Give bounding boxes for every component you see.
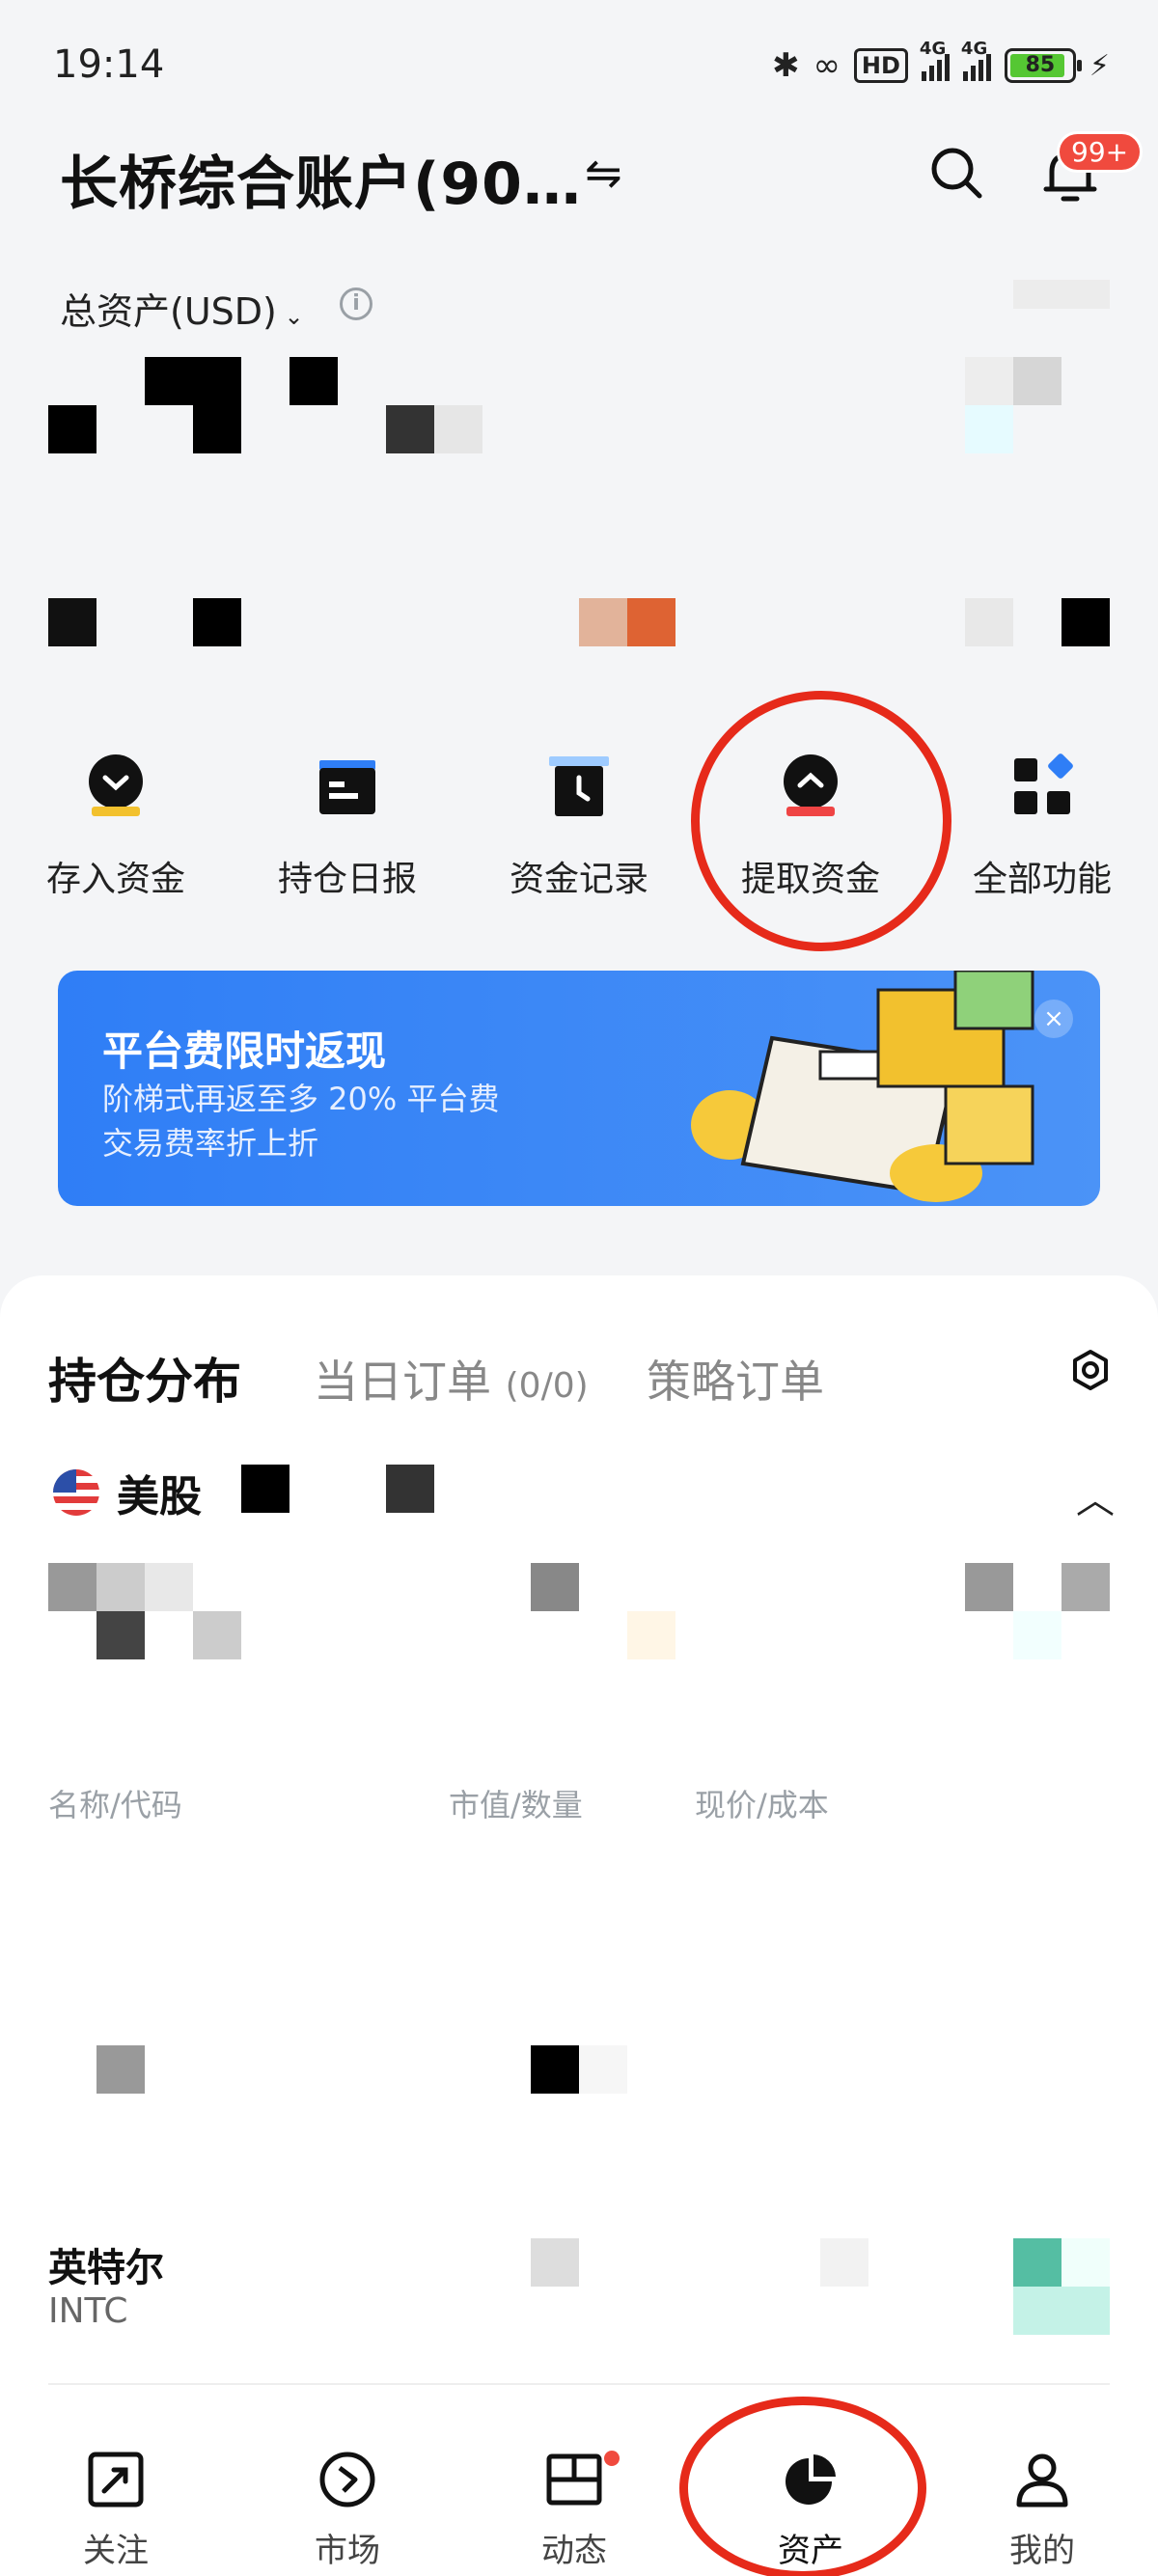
- privacy-mask: [96, 2045, 145, 2094]
- privacy-mask: [48, 405, 96, 453]
- deposit-icon: [89, 754, 143, 816]
- privacy-mask: [48, 1563, 96, 1611]
- us-flag-icon: [53, 1469, 99, 1516]
- privacy-mask: [579, 2045, 627, 2094]
- privacy-mask: [386, 1465, 434, 1513]
- privacy-mask: [290, 357, 338, 405]
- all-features-icon: [1014, 754, 1073, 814]
- status-icons: ✱ ∞ HD 4G 4G 85 ⚡: [772, 39, 1110, 85]
- column-price-cost[interactable]: 现价/成本: [695, 1781, 829, 1825]
- privacy-mask: [48, 598, 96, 646]
- nav-feed[interactable]: 动态: [478, 2451, 671, 2571]
- privacy-mask: [820, 2238, 868, 2287]
- banner-close-button[interactable]: ×: [1034, 1000, 1073, 1038]
- total-assets-label[interactable]: 总资产(USD) ⌄: [60, 282, 304, 335]
- privacy-mask: [1013, 1611, 1062, 1659]
- hd-badge: HD: [853, 48, 908, 83]
- feed-notification-dot: [604, 2451, 620, 2466]
- tab-holdings[interactable]: 持仓分布: [48, 1343, 241, 1412]
- daily-report-icon: [319, 760, 375, 814]
- privacy-mask: [1013, 2287, 1062, 2335]
- status-time: 19:14: [53, 42, 165, 87]
- chevron-down-icon: ⌄: [276, 303, 304, 330]
- privacy-mask: [627, 1611, 676, 1659]
- calculator-illustration: [691, 971, 1034, 1202]
- privacy-mask: [1062, 1563, 1110, 1611]
- stock-code: INTC: [48, 2291, 128, 2331]
- privacy-mask: [145, 357, 241, 405]
- privacy-mask: [1013, 357, 1062, 405]
- annotation-circle: [679, 2397, 926, 2576]
- signal-2-icon: 4G: [961, 39, 991, 81]
- privacy-mask: [193, 1611, 241, 1659]
- battery-icon: 85: [1004, 48, 1082, 83]
- banner-subtitle: 阶梯式再返至多 20% 平台费 交易费率折上折: [102, 1081, 500, 1162]
- privacy-mask: [434, 405, 482, 453]
- column-market-value[interactable]: 市值/数量: [449, 1781, 583, 1825]
- annotation-circle: [691, 691, 951, 951]
- fund-record-button[interactable]: 资金记录: [482, 753, 676, 901]
- switch-account-icon[interactable]: ⇋: [585, 147, 622, 199]
- chevron-up-icon[interactable]: ︿: [1076, 1468, 1115, 1524]
- privacy-mask: [1062, 2287, 1110, 2335]
- market-section-header[interactable]: 美股: [53, 1462, 202, 1523]
- privacy-mask: [193, 598, 241, 646]
- privacy-mask: [965, 405, 1013, 453]
- privacy-mask: [965, 598, 1013, 646]
- signal-1-icon: 4G: [920, 39, 950, 81]
- privacy-mask: [627, 598, 676, 646]
- privacy-mask: [96, 1611, 145, 1659]
- privacy-mask: [531, 2045, 579, 2094]
- privacy-mask: [1013, 280, 1110, 309]
- privacy-mask: [1062, 598, 1110, 646]
- notification-badge: 99+: [1057, 131, 1144, 173]
- privacy-mask: [145, 1563, 193, 1611]
- column-name-code[interactable]: 名称/代码: [48, 1781, 182, 1825]
- feed-icon: [546, 2453, 602, 2506]
- market-icon: [319, 2452, 375, 2507]
- tab-today-orders[interactable]: 当日订单 (0/0): [314, 1347, 589, 1411]
- stock-name: 英特尔: [48, 2246, 164, 2290]
- privacy-mask: [1062, 2238, 1110, 2287]
- privacy-mask: [965, 1563, 1013, 1611]
- deposit-button[interactable]: 存入资金: [19, 753, 212, 901]
- link-icon: ∞: [813, 46, 841, 85]
- nav-watchlist[interactable]: 关注: [19, 2451, 212, 2571]
- nav-market[interactable]: 市场: [251, 2451, 444, 2571]
- privacy-mask: [579, 598, 627, 646]
- table-row[interactable]: [0, 2219, 1158, 2354]
- all-features-button[interactable]: 全部功能: [946, 753, 1139, 901]
- tab-strategy-orders[interactable]: 策略订单: [647, 1347, 824, 1411]
- charging-icon: ⚡: [1089, 48, 1110, 83]
- privacy-mask: [965, 357, 1013, 405]
- settings-icon[interactable]: [1069, 1349, 1112, 1391]
- search-icon[interactable]: [928, 145, 984, 201]
- fund-record-icon: [549, 756, 609, 816]
- banner-title: 平台费限时返现: [102, 1028, 387, 1075]
- bluetooth-icon: ✱: [772, 46, 800, 85]
- privacy-mask: [96, 1563, 145, 1611]
- promo-banner[interactable]: 平台费限时返现 阶梯式再返至多 20% 平台费 交易费率折上折 ×: [58, 971, 1100, 1206]
- privacy-mask: [1013, 2238, 1062, 2287]
- nav-profile[interactable]: 我的: [946, 2451, 1139, 2571]
- privacy-mask: [386, 405, 434, 453]
- daily-report-button[interactable]: 持仓日报: [251, 753, 444, 901]
- profile-icon: [1016, 2453, 1068, 2507]
- privacy-mask: [531, 1563, 579, 1611]
- watchlist-icon: [88, 2452, 144, 2507]
- account-title[interactable]: 长桥综合账户(90…: [60, 137, 582, 221]
- privacy-mask: [531, 2238, 579, 2287]
- privacy-mask: [193, 405, 241, 453]
- privacy-mask: [241, 1465, 290, 1513]
- info-icon[interactable]: i: [340, 288, 372, 320]
